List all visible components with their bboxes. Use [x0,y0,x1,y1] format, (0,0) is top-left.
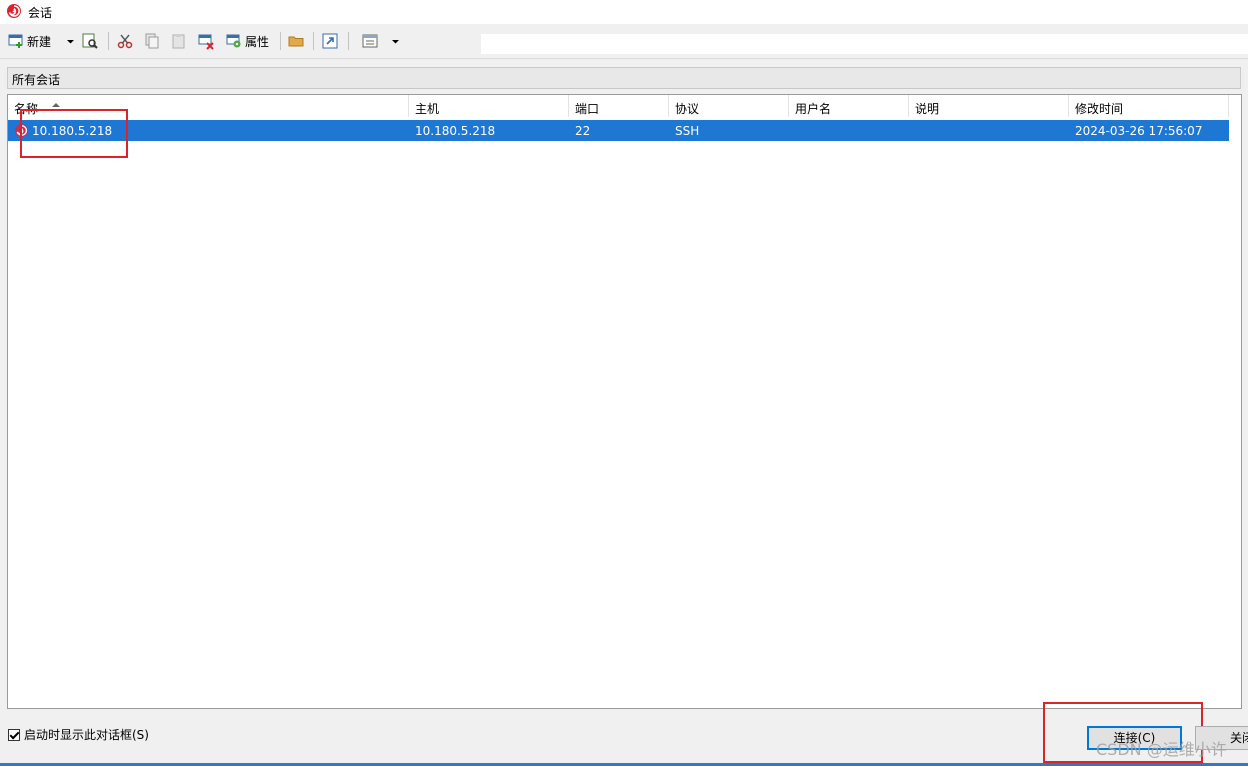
view-mode-dropdown[interactable] [391,31,400,51]
folder-icon [288,36,304,47]
session-folder-label: 所有会话 [12,73,61,87]
cell-protocol: SSH [675,124,700,138]
find-session-button[interactable] [82,31,98,51]
shortcut-arrow-icon [322,33,338,49]
table-row[interactable]: 10.180.5.218 10.180.5.218 22 SSH 2024-03… [8,120,1229,141]
session-folder-header: 所有会话 [7,67,1241,89]
window-title: 会话 [28,6,53,20]
toolbar-separator [313,32,314,50]
session-list-header: 名称 主机 端口 协议 用户名 说明 修改时间 [8,95,1229,117]
chevron-down-icon [67,39,74,43]
column-header-name[interactable]: 名称 [8,95,409,117]
paste-button[interactable] [171,31,187,51]
column-header-username[interactable]: 用户名 [789,95,909,117]
checkbox-checked-icon[interactable] [8,728,20,741]
find-session-icon [82,33,98,49]
cell-port: 22 [575,124,591,138]
shortcut-button[interactable] [322,31,338,51]
properties-button[interactable]: 属性 [226,31,269,51]
show-on-startup-label: 启动时显示此对话框(S) [24,728,149,742]
column-header-protocol[interactable]: 协议 [669,95,789,117]
cell-modified: 2024-03-26 17:56:07 [1075,124,1203,138]
toolbar-separator [108,32,109,50]
toolbar-separator [348,32,349,50]
delete-button[interactable] [198,31,215,51]
delete-icon [198,34,214,50]
column-header-label: 修改时间 [1075,102,1124,116]
copy-icon [145,33,159,49]
xshell-spiral-icon [7,4,21,18]
session-search-input[interactable] [481,34,1248,54]
title-bar: 会话 [0,0,1248,24]
show-on-startup-checkbox[interactable]: 启动时显示此对话框(S) [8,726,149,743]
column-header-label: 用户名 [795,102,832,116]
toolbar: 新建 属性 [0,26,1248,59]
new-dropdown-button[interactable] [66,31,75,51]
copy-button[interactable] [144,31,160,51]
watermark-text: CSDN @运维小许 [1096,740,1227,759]
paste-icon [172,34,185,49]
properties-label: 属性 [245,34,270,49]
scissors-icon [117,34,133,49]
list-view-icon [362,34,378,48]
column-header-label: 协议 [675,102,700,116]
column-header-label: 端口 [575,102,600,116]
properties-gear-icon [226,34,241,48]
toolbar-separator [280,32,281,50]
column-header-label: 说明 [915,102,940,116]
column-header-port[interactable]: 端口 [569,95,669,117]
column-header-description[interactable]: 说明 [909,95,1069,117]
chevron-down-icon [392,39,399,43]
cut-button[interactable] [117,31,133,51]
new-session-icon [8,34,23,48]
view-mode-button[interactable] [362,31,378,51]
cell-name: 10.180.5.218 [32,124,113,138]
xshell-session-icon [14,123,29,138]
column-header-label: 名称 [14,102,39,116]
cell-host: 10.180.5.218 [415,124,496,138]
open-folder-button[interactable] [288,31,304,51]
new-session-label: 新建 [27,34,52,49]
column-header-label: 主机 [415,102,440,116]
column-header-host[interactable]: 主机 [409,95,569,117]
column-header-modified[interactable]: 修改时间 [1069,95,1229,117]
session-list[interactable]: 名称 主机 端口 协议 用户名 说明 修改时间 10.180.5.218 10.… [7,94,1242,709]
sort-ascending-icon [52,103,60,107]
new-session-button[interactable]: 新建 [8,31,51,51]
